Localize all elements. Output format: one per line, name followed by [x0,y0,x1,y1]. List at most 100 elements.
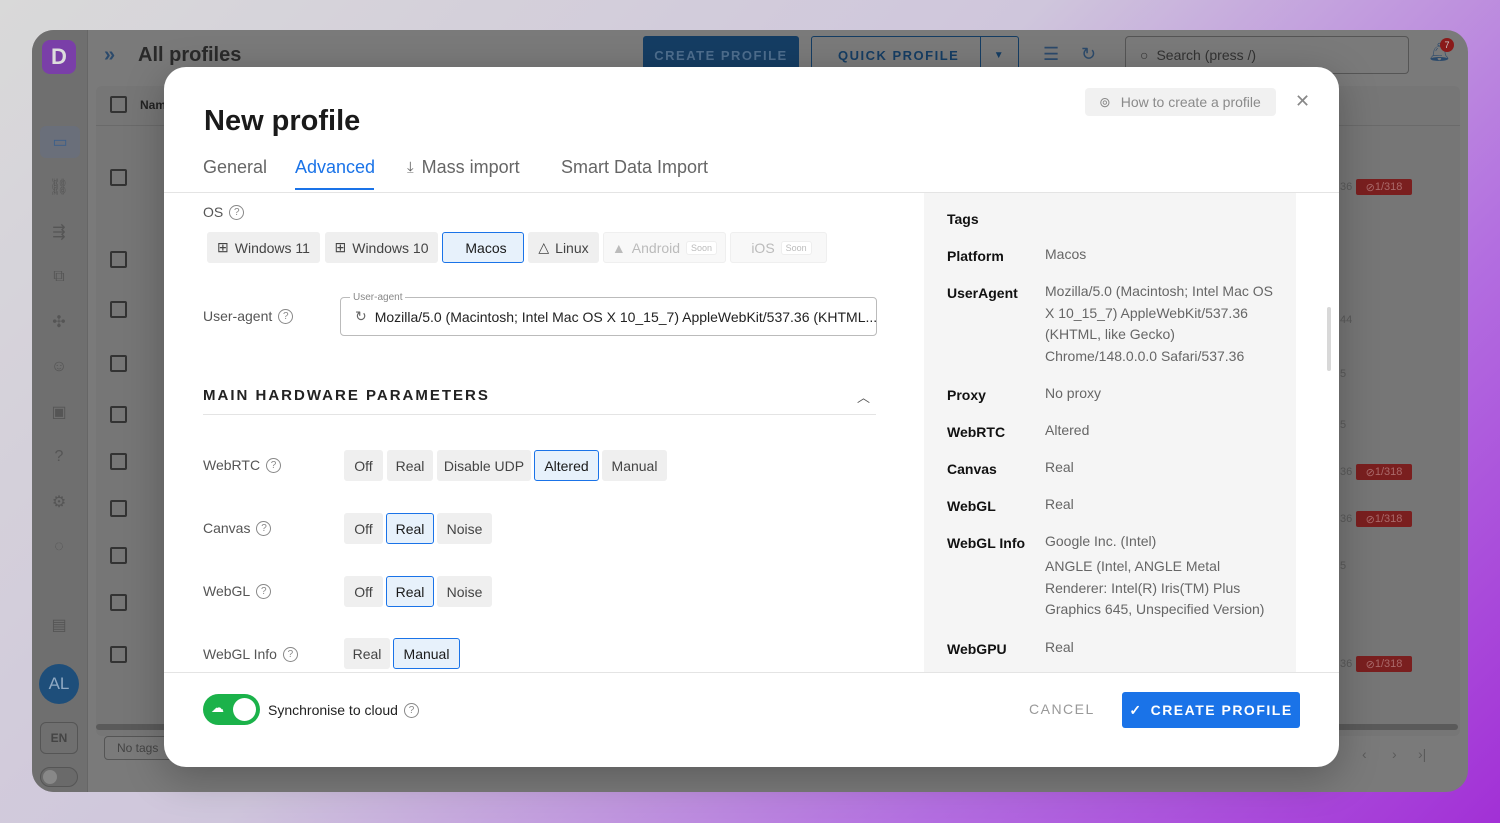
footer-divider [164,672,1339,673]
webrtc-label-text: WebRTC [203,457,261,473]
webrtc-manual[interactable]: Manual [602,450,667,481]
select-all-checkbox[interactable] [110,96,127,113]
tab-mass-import[interactable]: ⤓ Mass import [407,157,520,178]
webgl-info-manual[interactable]: Manual [393,638,460,669]
help-icon[interactable]: ? [256,520,272,536]
canvas-real[interactable]: Real [386,513,434,544]
automation-nav-icon[interactable]: ⇶ [48,221,70,243]
sync-toggle[interactable]: ☁ [203,694,260,725]
prev-page-icon[interactable]: ‹ [1362,746,1367,762]
webgl-real[interactable]: Real [386,576,434,607]
row-checkbox[interactable] [110,406,127,423]
webrtc-off[interactable]: Off [344,450,383,481]
section-title: MAIN HARDWARE PARAMETERS [203,387,490,404]
tab-advanced[interactable]: Advanced [295,157,375,178]
summary-webgl-value: Real [1045,496,1074,512]
row-checkbox[interactable] [110,547,127,564]
vertical-scrollbar[interactable] [1327,307,1331,371]
row-checkbox[interactable] [110,453,127,470]
download-icon: ⤓ [407,159,414,176]
filter-icon[interactable]: ☰ [1043,44,1059,65]
os-option-label: Windows 10 [352,239,429,256]
row-checkbox[interactable] [110,355,127,372]
chevron-up-icon[interactable]: ︿ [857,387,870,406]
copy-nav-icon[interactable]: ⧉ [48,266,70,288]
webgl-noise[interactable]: Noise [437,576,492,607]
refresh-icon[interactable]: ↻ [1081,44,1096,65]
canvas-off[interactable]: Off [344,513,383,544]
expand-sidebar-icon[interactable]: » [104,44,115,67]
help-icon[interactable]: ? [266,457,282,473]
last-page-icon[interactable]: ›| [1418,746,1426,762]
canvas-label: Canvas? [203,520,272,536]
summary-proxy-value: No proxy [1045,385,1102,401]
help-icon[interactable]: ? [229,204,245,220]
os-linux[interactable]: △ Linux [528,232,599,263]
link-nav-icon[interactable]: ⛓ [48,176,70,198]
create-profile-button[interactable]: ✓ CREATE PROFILE [1122,692,1300,728]
badge-label: 1/318 [1374,466,1403,478]
status-badge: ⊘ 1/318 [1356,511,1412,527]
canvas-noise[interactable]: Noise [437,513,492,544]
how-to-button[interactable]: ⊚ How to create a profile [1085,88,1276,116]
webgl-info-real[interactable]: Real [344,638,390,669]
wallet-nav-icon[interactable]: ▤ [48,614,70,636]
next-page-icon[interactable]: › [1392,746,1397,762]
tab-general[interactable]: General [203,157,267,178]
android-icon: ▲ [611,239,626,256]
linux-icon: △ [538,239,550,255]
api-nav-icon[interactable]: ▣ [48,401,70,423]
webrtc-disable-udp[interactable]: Disable UDP [437,450,531,481]
summary-webglinfo-vendor: Google Inc. (Intel) [1045,533,1157,549]
os-windows10[interactable]: ⊞ Windows 10 [325,232,438,263]
quick-profile-label: QUICK PROFILE [838,47,960,63]
help-nav-icon[interactable]: ? [48,446,70,468]
canvas-label-text: Canvas [203,520,251,536]
create-profile-label: CREATE PROFILE [1150,702,1293,718]
row-checkbox[interactable] [110,301,127,318]
summary-useragent-value: Mozilla/5.0 (Macintosh; Intel Mac OS X 1… [1045,283,1273,364]
avatar[interactable]: AL [39,664,79,704]
row-checkbox[interactable] [110,251,127,268]
help-icon[interactable]: ? [278,308,294,324]
settings-nav-icon[interactable]: ⚙ [48,491,70,513]
os-label-text: OS [203,204,224,220]
row-number: 5 [1340,368,1347,380]
os-macos[interactable]: Macos [442,232,524,263]
webrtc-real[interactable]: Real [387,450,433,481]
help-icon[interactable]: ? [282,646,298,662]
cancel-button[interactable]: CANCEL [1029,701,1095,717]
advanced-form: OS? ⊞ Windows 11 ⊞ Windows 10 Macos △ Linux… [164,193,916,673]
row-checkbox[interactable] [110,594,127,611]
extension-nav-icon[interactable]: ✣ [48,311,70,333]
webgl-label-text: WebGL [203,583,251,599]
toggle-knob [233,698,256,721]
webgl-off[interactable]: Off [344,576,383,607]
profiles-nav-icon[interactable]: ▭ [40,126,80,158]
summary-platform-value: Macos [1045,244,1273,266]
help-icon[interactable]: ? [403,702,419,718]
check-icon: ✓ [1129,701,1143,718]
team-nav-icon[interactable]: ☺ [48,356,70,378]
sync-label-text: Synchronise to cloud [268,702,398,718]
user-agent-field[interactable]: ↻ Mozilla/5.0 (Macintosh; Intel Mac OS X… [340,297,877,336]
theme-toggle[interactable] [40,767,78,787]
status-badge: ⊘ 1/318 [1356,179,1412,195]
help-icon[interactable]: ? [256,583,272,599]
language-button[interactable]: EN [40,722,78,754]
os-label: OS? [203,204,245,220]
profile-summary: Tags Platform Macos UserAgent Mozilla/5.… [924,193,1296,673]
webrtc-altered[interactable]: Altered [534,450,599,481]
row-checkbox[interactable] [110,646,127,663]
search-icon: ○ [1140,47,1149,63]
tips-nav-icon[interactable]: ◌ [48,536,70,558]
page-title: All profiles [138,44,242,66]
os-option-label: Android [631,239,681,256]
tab-smart-data-import[interactable]: Smart Data Import [561,157,708,178]
soon-badge: Soon [780,240,812,255]
os-windows11[interactable]: ⊞ Windows 11 [207,232,320,263]
refresh-icon[interactable]: ↻ [355,308,367,325]
row-checkbox[interactable] [110,169,127,186]
close-icon[interactable]: ✕ [1295,91,1310,112]
row-checkbox[interactable] [110,500,127,517]
